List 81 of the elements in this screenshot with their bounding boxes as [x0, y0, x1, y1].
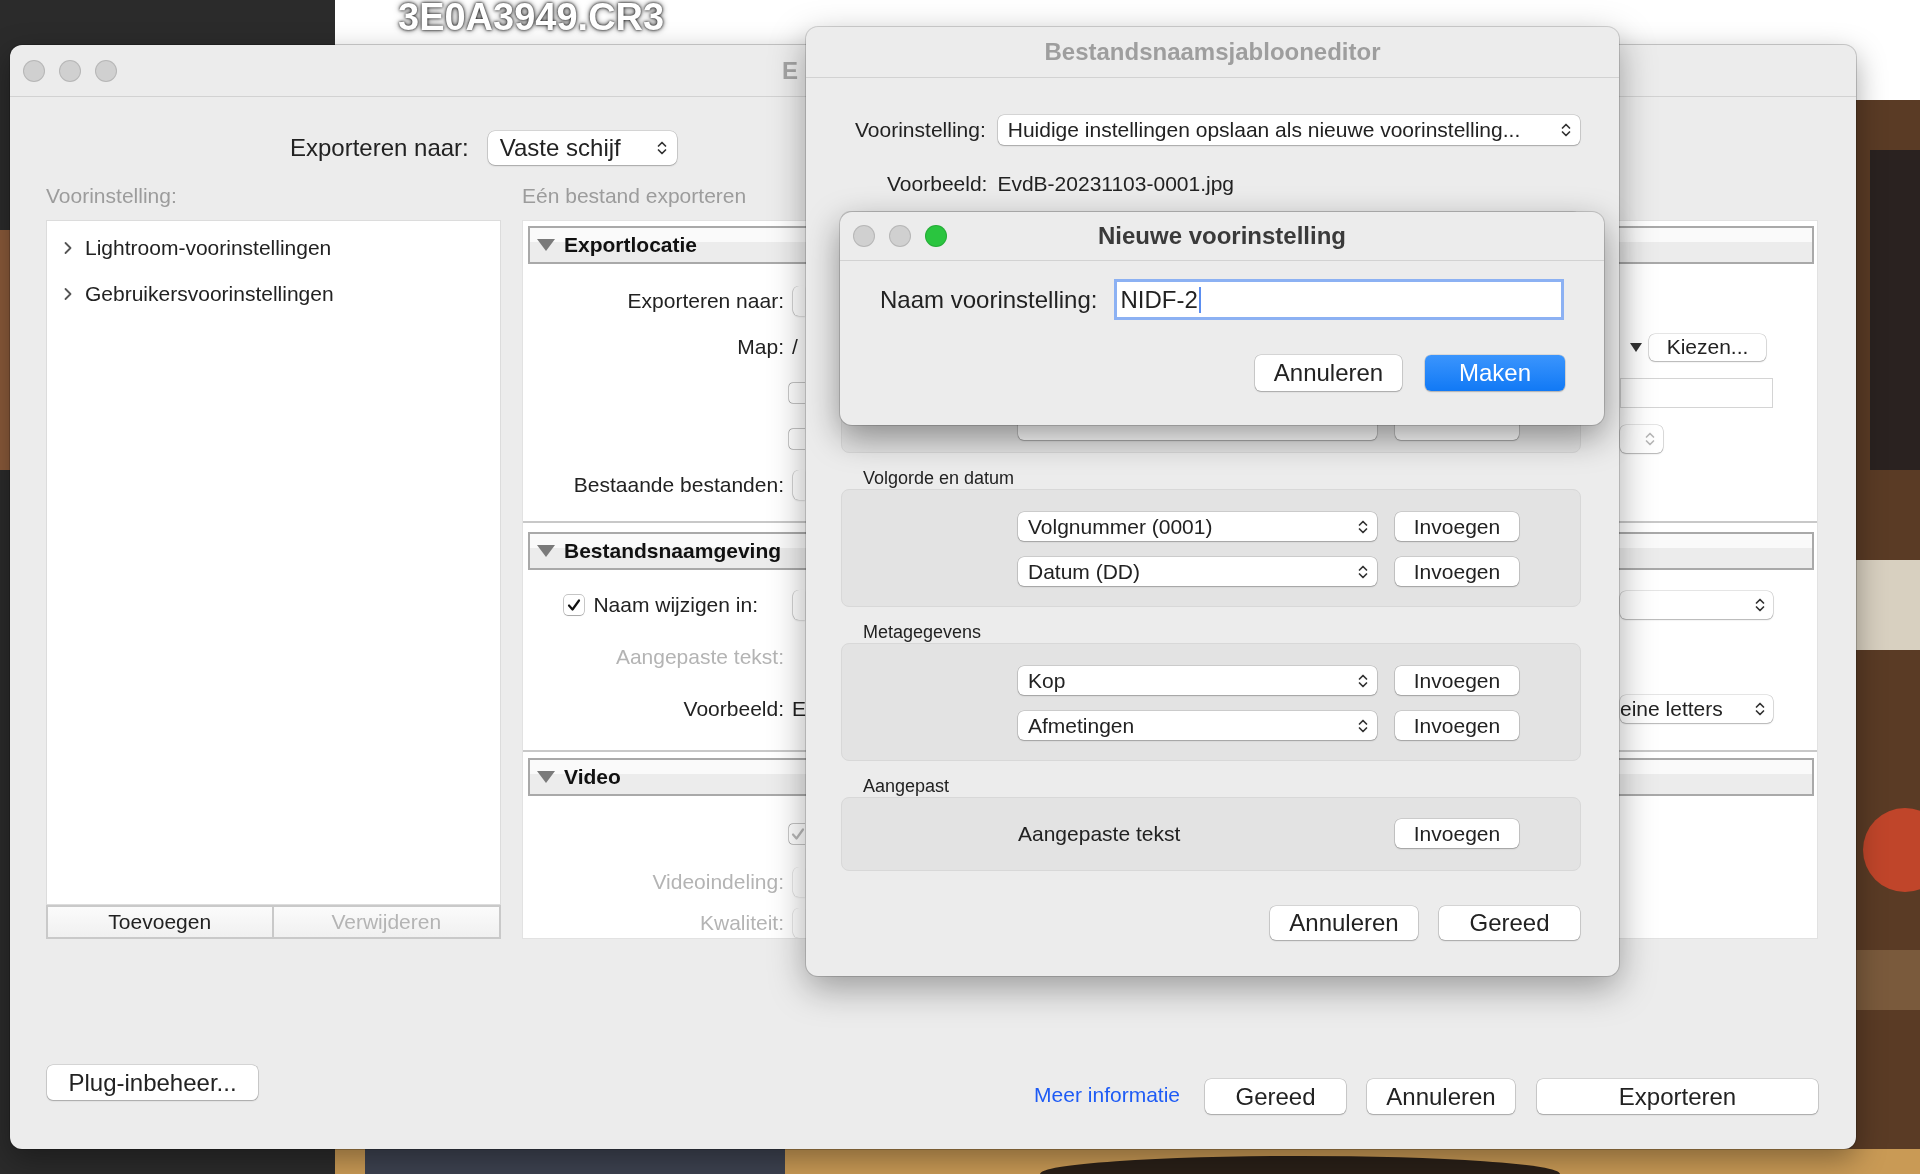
window-title: E — [782, 56, 798, 85]
stepper-icon — [1645, 431, 1655, 447]
field-label: Voorbeeld: — [683, 697, 784, 721]
field-label: Exporteren naar: — [290, 134, 469, 162]
token-popup[interactable]: Datum (DD) — [1018, 557, 1377, 586]
popup-button[interactable] — [793, 867, 805, 897]
field-label: Kwaliteit: — [699, 911, 784, 935]
field-label: Bestaande bestanden: — [573, 473, 784, 497]
stepper-icon — [656, 140, 667, 156]
field-label: Naam wijzigen in: — [593, 593, 758, 617]
dropdown-arrow-icon[interactable] — [1630, 342, 1642, 352]
stepper-icon — [1755, 597, 1765, 613]
window-title: Bestandsnaamsjablooneditor — [1044, 38, 1381, 66]
window-control-icon[interactable] — [889, 225, 911, 247]
dialog-button[interactable]: Exporteren — [1537, 1079, 1818, 1114]
field-label: Videoindeling: — [652, 870, 784, 894]
checkbox[interactable] — [564, 595, 585, 615]
window-control-icon[interactable] — [925, 225, 947, 247]
field-label: Voorinstelling: — [855, 118, 986, 142]
preset-folder[interactable]: Lightroom-voorinstellingen — [47, 225, 338, 271]
insert-button[interactable]: Invoegen — [1395, 557, 1519, 586]
field-label: Voorbeeld: — [887, 172, 988, 196]
dialog-button[interactable]: Gereed — [1439, 906, 1580, 940]
window-control-icon[interactable] — [853, 225, 875, 247]
dialog-button[interactable]: Annuleren — [1255, 355, 1402, 391]
chevron-icon — [63, 241, 73, 255]
token-label: Aangepaste tekst — [1018, 821, 1182, 846]
column-heading: Voorinstelling: — [46, 184, 177, 208]
token-popup[interactable]: Kop — [1018, 666, 1377, 695]
field-label: Map: — [737, 335, 784, 359]
text-cursor — [1198, 286, 1201, 313]
popup-button[interactable] — [793, 286, 805, 316]
preset-button[interactable]: Toevoegen — [46, 905, 274, 939]
stepper-icon — [1560, 122, 1571, 138]
insert-button[interactable]: Invoegen — [1395, 711, 1519, 740]
chevron-icon — [63, 287, 73, 301]
preview-value: EvdB-20231103-0001.jpg — [997, 172, 1235, 196]
column-heading: Eén bestand exporteren — [522, 184, 747, 208]
choose-button[interactable]: Kiezen... — [1649, 333, 1766, 361]
stepper-icon — [1358, 518, 1368, 535]
field-label: Exporteren naar: — [627, 289, 784, 313]
more-info-link[interactable]: Meer informatie — [1034, 1083, 1180, 1107]
group-title: Metagegevens — [863, 622, 983, 642]
popup-button[interactable] — [1620, 591, 1773, 619]
disclosure-triangle-icon — [536, 238, 556, 252]
field-value: E — [792, 697, 806, 721]
stepper-icon — [1358, 717, 1368, 734]
popup-button[interactable]: eine letters — [1620, 695, 1773, 723]
popup-button[interactable] — [793, 590, 805, 620]
dialog-button[interactable]: Gereed — [1205, 1079, 1346, 1114]
insert-button[interactable]: Invoegen — [1395, 512, 1519, 541]
field-label: Aangepaste tekst: — [615, 645, 784, 669]
file-name: 3E0A3949.CR3 — [398, 0, 665, 39]
token-popup[interactable]: Afmetingen — [1018, 711, 1377, 740]
stepper-icon — [1358, 672, 1368, 689]
popup-button[interactable] — [793, 908, 805, 938]
window-control-icon[interactable] — [95, 59, 117, 82]
window-control-icon[interactable] — [59, 59, 81, 82]
dialog-button[interactable]: Annuleren — [1270, 906, 1418, 940]
insert-button[interactable]: Invoegen — [1395, 819, 1519, 848]
stepper-icon — [1755, 701, 1765, 717]
window-control-icon[interactable] — [23, 59, 45, 82]
stepper-icon — [1358, 563, 1368, 580]
preset-popup[interactable]: Huidige instellingen opslaan als nieuwe voorinstelling... — [997, 115, 1580, 145]
popup-button[interactable] — [793, 470, 805, 500]
disclosure-triangle-icon — [536, 544, 556, 558]
group-title: Aangepast — [863, 776, 951, 796]
dialog-button[interactable]: Annuleren — [1367, 1079, 1515, 1114]
disclosure-triangle-icon — [536, 770, 556, 784]
field-label: Naam voorinstelling: — [880, 285, 1098, 314]
window-title: Nieuwe voorinstelling — [1097, 222, 1346, 250]
token-popup[interactable]: Volgnummer (0001) — [1018, 512, 1377, 541]
preset-folder[interactable]: Gebruikersvoorinstellingen — [47, 271, 340, 317]
input-field[interactable] — [1620, 378, 1773, 408]
field-value: / — [792, 335, 798, 359]
destination-popup[interactable]: Vaste schijf — [487, 131, 677, 165]
name-field[interactable]: NIDF-2 — [1114, 279, 1565, 320]
group-title: Volgorde en datum — [863, 468, 1016, 488]
dialog-button[interactable]: Maken — [1425, 355, 1565, 391]
insert-button[interactable]: Invoegen — [1395, 666, 1519, 695]
plugin-manager-button[interactable]: Plug-inbeheer... — [47, 1065, 258, 1100]
